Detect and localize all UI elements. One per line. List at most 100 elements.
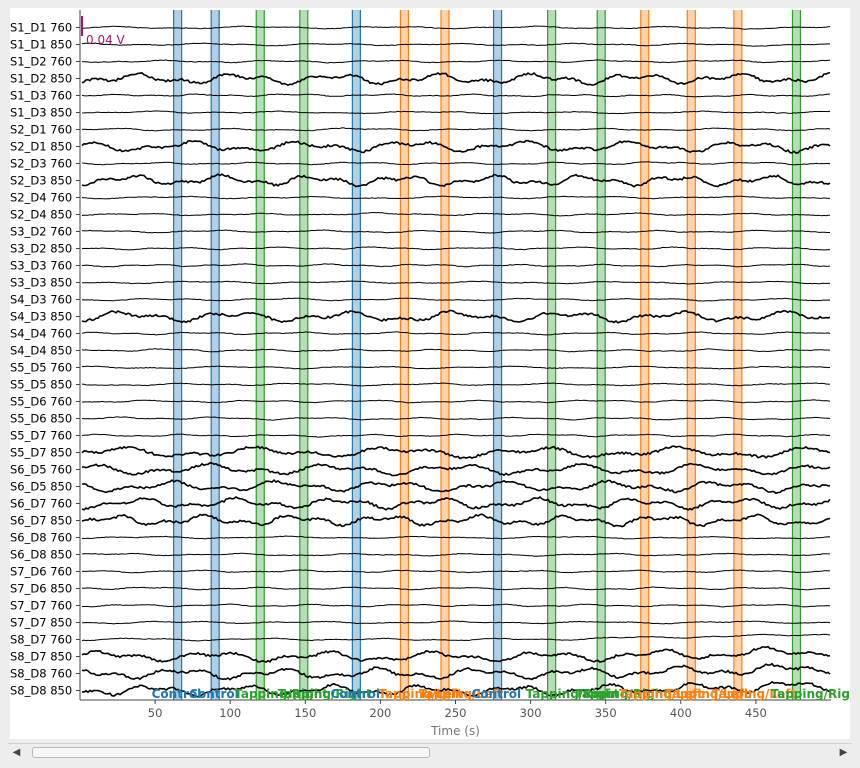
channel-trace	[81, 399, 831, 404]
channel-label: S1_D3 850	[10, 106, 72, 120]
annotation-band[interactable]	[687, 10, 696, 700]
channel-label: S7_D6 760	[10, 565, 72, 579]
scale-bar-label: 0.04 V	[86, 33, 126, 47]
annotation-band[interactable]	[400, 10, 409, 700]
x-tick-label: 450	[745, 706, 767, 720]
channel-label: S6_D5 850	[10, 480, 72, 494]
x-tick-label: 300	[520, 706, 542, 720]
annotation-label: Control	[472, 687, 522, 701]
channel-trace	[81, 280, 831, 285]
channel-trace	[81, 348, 831, 353]
channel-label: S7_D7 760	[10, 599, 72, 613]
x-tick-label: 400	[670, 706, 692, 720]
scroll-thumb[interactable]	[32, 747, 430, 758]
channel-label: S6_D5 760	[10, 463, 72, 477]
channel-trace	[81, 25, 831, 30]
channel-label: S5_D5 850	[10, 378, 72, 392]
channel-label: S8_D7 850	[10, 650, 72, 664]
channel-trace	[81, 139, 831, 154]
scroll-track[interactable]	[26, 747, 834, 758]
channel-trace	[81, 211, 831, 217]
channel-label: S4_D4 850	[10, 344, 72, 358]
channel-label: S5_D5 760	[10, 361, 72, 375]
channel-trace	[81, 195, 831, 200]
channel-label: S2_D1 850	[10, 140, 72, 154]
channel-trace	[81, 569, 831, 574]
annotation-band[interactable]	[211, 10, 220, 700]
horizontal-scrollbar[interactable]: ◀ ▶	[8, 743, 852, 761]
plot-canvas: S1_D1 760 S1_D1 850 S1_D2 760 S1_D2 850 S1_D…	[10, 10, 850, 738]
channel-trace	[81, 229, 830, 234]
channel-label: S8_D8 850	[10, 684, 72, 698]
channel-label: S2_D1 760	[10, 123, 72, 137]
channel-trace	[81, 478, 831, 495]
channel-trace	[82, 603, 831, 608]
channel-label: S1_D3 760	[10, 89, 72, 103]
channel-trace	[81, 297, 831, 302]
channel-trace	[81, 246, 831, 251]
channel-label: S6_D8 760	[10, 531, 72, 545]
channel-trace	[81, 461, 831, 477]
channel-label: S3_D3 760	[10, 259, 72, 273]
x-tick-label: 100	[219, 706, 241, 720]
annotation-band[interactable]	[547, 10, 556, 700]
channel-label: S5_D6 850	[10, 412, 72, 426]
channel-trace	[81, 433, 831, 438]
annotation-band[interactable]	[256, 10, 265, 700]
x-tick-label: 250	[445, 706, 467, 720]
channel-trace	[81, 309, 831, 324]
channel-trace	[81, 71, 831, 87]
x-tick-label: 200	[369, 706, 391, 720]
channel-label: S8_D7 760	[10, 633, 72, 647]
channel-trace	[81, 161, 831, 166]
x-tick-label: 150	[294, 706, 316, 720]
channel-label: S6_D7 850	[10, 514, 72, 528]
channel-trace	[81, 331, 831, 336]
chevron-left-icon: ◀	[12, 747, 21, 758]
channel-label: S7_D6 850	[10, 582, 72, 596]
channel-label: S1_D1 760	[10, 21, 72, 35]
annotation-band[interactable]	[640, 10, 649, 700]
annotation-band[interactable]	[440, 10, 449, 700]
fnirs-raw-plot[interactable]: S1_D1 760 S1_D1 850 S1_D2 760 S1_D2 850 S1_D…	[10, 8, 850, 739]
scroll-right-button[interactable]: ▶	[835, 744, 852, 761]
annotation-band[interactable]	[173, 10, 182, 700]
x-tick-label: 350	[595, 706, 617, 720]
channel-trace	[81, 59, 831, 64]
channel-trace	[81, 173, 831, 188]
annotation-band[interactable]	[733, 10, 742, 700]
channel-trace	[81, 365, 831, 370]
channel-label: S5_D7 850	[10, 446, 72, 460]
channel-trace	[81, 662, 831, 681]
channel-trace	[81, 127, 831, 132]
channel-label: S3_D2 850	[10, 242, 72, 256]
channel-label: S2_D3 760	[10, 157, 72, 171]
channel-label: S8_D8 760	[10, 667, 72, 681]
channel-trace	[81, 382, 831, 387]
channel-label: S2_D4 850	[10, 208, 72, 222]
channel-trace	[81, 42, 831, 47]
channel-label: S1_D2 760	[10, 55, 72, 69]
annotation-label: Tapping/Right	[770, 687, 850, 701]
channel-trace	[81, 535, 831, 540]
channel-label: S6_D7 760	[10, 497, 72, 511]
channel-label: S2_D3 850	[10, 174, 72, 188]
channel-label: S1_D1 850	[10, 38, 72, 52]
channel-label: S4_D3 850	[10, 310, 72, 324]
scroll-left-button[interactable]: ◀	[8, 744, 25, 761]
channel-trace	[81, 645, 831, 664]
annotation-label: Control	[330, 687, 380, 701]
channel-label: S2_D4 760	[10, 191, 72, 205]
channel-trace	[81, 110, 831, 115]
channel-label: S3_D2 760	[10, 225, 72, 239]
channel-trace	[81, 552, 830, 557]
channel-label: S3_D3 850	[10, 276, 72, 290]
channel-trace	[81, 495, 831, 511]
channel-label: S4_D3 760	[10, 293, 72, 307]
channel-trace	[81, 93, 830, 98]
channel-label: S1_D2 850	[10, 72, 72, 86]
channel-trace	[81, 586, 831, 591]
annotation-band[interactable]	[299, 10, 308, 700]
channel-label: S5_D6 760	[10, 395, 72, 409]
x-tick-label: 50	[148, 706, 163, 720]
